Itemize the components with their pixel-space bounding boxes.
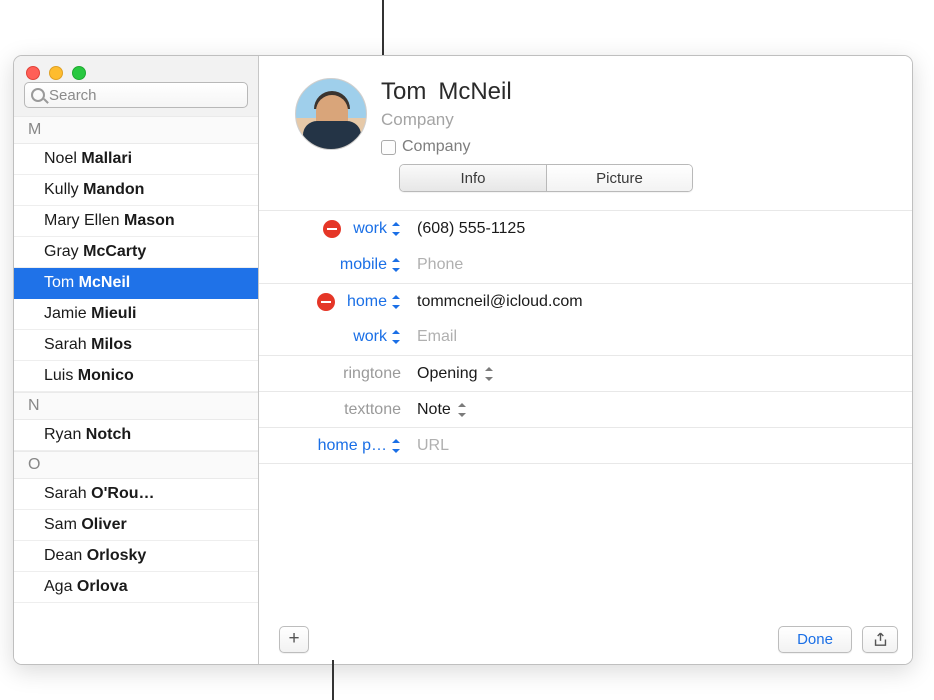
homepage-label-popup[interactable]: home p… xyxy=(318,437,387,455)
chevron-updown-icon xyxy=(457,403,467,417)
add-field-button[interactable]: + xyxy=(279,626,309,653)
window-controls xyxy=(14,56,258,72)
search-icon xyxy=(31,88,45,102)
remove-phone-work[interactable] xyxy=(323,220,341,238)
ringtone-label: ringtone xyxy=(343,365,401,383)
phone-work-value[interactable]: (608) 555-1125 xyxy=(417,220,898,238)
contact-row[interactable]: Sarah Milos xyxy=(14,330,258,361)
tab-picture[interactable]: Picture xyxy=(546,165,692,191)
ringtone-popup[interactable]: Opening xyxy=(417,365,478,383)
company-checkbox-label: Company xyxy=(402,138,470,156)
email-work-label-popup[interactable]: work xyxy=(353,328,387,346)
search-input[interactable]: Search xyxy=(24,82,248,108)
phone-work-label-popup[interactable]: work xyxy=(353,220,387,238)
chevron-updown-icon xyxy=(391,258,401,272)
contact-row[interactable]: Mary Ellen Mason xyxy=(14,206,258,237)
email-home-label-popup[interactable]: home xyxy=(347,293,387,311)
homepage-value[interactable]: URL xyxy=(417,437,898,455)
contact-row[interactable]: Jamie Mieuli xyxy=(14,299,258,330)
contact-row[interactable]: Aga Orlova xyxy=(14,572,258,603)
last-name-field[interactable]: McNeil xyxy=(438,78,511,106)
contact-row[interactable]: Sam Oliver xyxy=(14,510,258,541)
tab-switch: Info Picture xyxy=(399,164,693,192)
phone-mobile-label-popup[interactable]: mobile xyxy=(340,256,387,274)
contact-row[interactable]: Gray McCarty xyxy=(14,237,258,268)
company-field[interactable]: Company xyxy=(381,110,512,130)
sidebar: Search MNoel MallariKully MandonMary Ell… xyxy=(14,56,259,664)
contact-row[interactable]: Noel Mallari xyxy=(14,144,258,175)
contact-row[interactable]: Tom McNeil xyxy=(14,268,258,299)
contact-row[interactable]: Sarah O'Rou… xyxy=(14,479,258,510)
texttone-label: texttone xyxy=(344,401,401,419)
phone-mobile-value[interactable]: Phone xyxy=(417,256,898,274)
section-header: M xyxy=(14,116,258,144)
section-header: O xyxy=(14,451,258,479)
contact-row[interactable]: Kully Mandon xyxy=(14,175,258,206)
chevron-updown-icon xyxy=(391,295,401,309)
texttone-popup[interactable]: Note xyxy=(417,401,451,419)
chevron-updown-icon xyxy=(484,367,494,381)
chevron-updown-icon xyxy=(391,222,401,236)
contact-row[interactable]: Ryan Notch xyxy=(14,420,258,451)
contact-row[interactable]: Luis Monico xyxy=(14,361,258,392)
section-header: N xyxy=(14,392,258,420)
avatar[interactable] xyxy=(295,78,367,150)
company-checkbox[interactable] xyxy=(381,140,396,155)
done-button[interactable]: Done xyxy=(778,626,852,653)
contact-row[interactable]: Dean Orlosky xyxy=(14,541,258,572)
remove-email-home[interactable] xyxy=(317,293,335,311)
share-button[interactable] xyxy=(862,626,898,653)
contact-list[interactable]: MNoel MallariKully MandonMary Ellen Maso… xyxy=(14,116,258,664)
tab-info[interactable]: Info xyxy=(400,165,546,191)
chevron-updown-icon xyxy=(391,330,401,344)
search-placeholder: Search xyxy=(49,87,97,104)
contacts-window: Search MNoel MallariKully MandonMary Ell… xyxy=(13,55,913,665)
email-home-value[interactable]: tommcneil@icloud.com xyxy=(417,293,898,311)
share-icon xyxy=(872,631,889,648)
chevron-updown-icon xyxy=(391,439,401,453)
first-name-field[interactable]: Tom xyxy=(381,78,426,106)
email-work-value[interactable]: Email xyxy=(417,328,898,346)
contact-detail: Tom McNeil Company Company Info Picture xyxy=(259,56,912,664)
